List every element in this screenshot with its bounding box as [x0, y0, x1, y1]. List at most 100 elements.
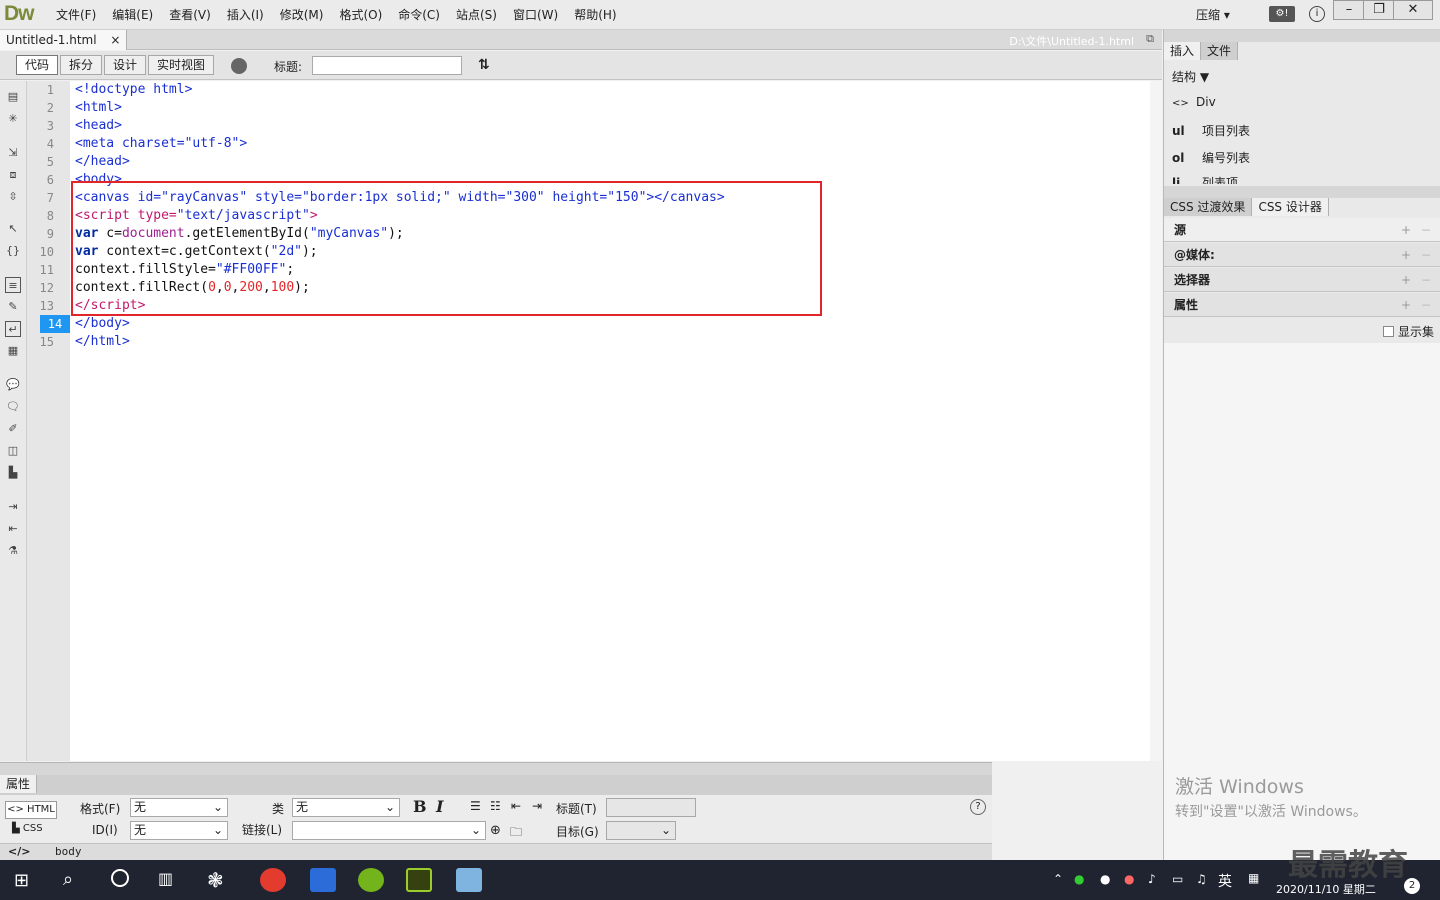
insert-item-div[interactable]: <> Div: [1172, 95, 1216, 109]
media-section[interactable]: @媒体: + −: [1164, 243, 1440, 267]
recent-snippets-icon[interactable]: ◫: [5, 443, 21, 459]
insert-item-ul[interactable]: ul 项目列表: [1172, 122, 1250, 139]
syntax-icon[interactable]: ✳: [5, 111, 21, 127]
network-icon[interactable]: ▭: [1172, 872, 1183, 886]
menu-format[interactable]: 格式(O): [331, 7, 390, 23]
collapse-selection-icon[interactable]: ⧈: [5, 167, 21, 183]
properties-tab[interactable]: 属性: [0, 775, 38, 793]
body-tag-selector[interactable]: body: [55, 845, 82, 858]
ime-language[interactable]: 英: [1218, 871, 1232, 891]
notification-badge[interactable]: 2: [1404, 878, 1420, 894]
properties-section[interactable]: 属性 + −: [1164, 293, 1440, 317]
menu-file[interactable]: 文件(F): [48, 7, 104, 23]
bold-button[interactable]: B: [413, 797, 427, 816]
view-code-button[interactable]: 代码: [16, 55, 59, 75]
add-icon[interactable]: +: [1401, 243, 1411, 267]
search-icon[interactable]: ⌕: [63, 869, 73, 890]
task-view-icon[interactable]: ▥: [158, 869, 173, 888]
menu-commands[interactable]: 命令(C): [390, 7, 448, 23]
unordered-list-icon[interactable]: ☰: [470, 799, 481, 813]
sync-icon[interactable]: ⚙!: [1269, 6, 1295, 22]
file-transfer-icon[interactable]: ⇅: [478, 57, 490, 73]
remove-icon[interactable]: −: [1421, 293, 1431, 317]
format-source-icon[interactable]: ⚗: [5, 543, 21, 559]
panel-collapse-bar[interactable]: [1164, 30, 1440, 42]
wechat-icon[interactable]: ●: [1074, 872, 1084, 886]
restore-button[interactable]: ❐: [1363, 0, 1395, 20]
link-input[interactable]: ⌄: [292, 821, 486, 840]
move-css-icon[interactable]: ▙: [5, 465, 21, 481]
remove-comment-icon[interactable]: 🗨: [5, 399, 21, 415]
pinned-app-icon[interactable]: ❃: [207, 868, 224, 892]
chrome-icon[interactable]: [260, 868, 286, 892]
css-mode-button[interactable]: ▙ CSS: [12, 823, 43, 834]
insert-item-ol[interactable]: ol 编号列表: [1172, 149, 1250, 166]
menu-insert[interactable]: 插入(I): [219, 7, 272, 23]
help-icon[interactable]: i: [1309, 6, 1325, 22]
notes-app-icon[interactable]: [456, 868, 482, 892]
view-live-button[interactable]: 实时视图: [148, 55, 215, 75]
remove-icon[interactable]: −: [1421, 268, 1431, 292]
workspace-compress-menu[interactable]: 压缩 ▾: [1196, 6, 1230, 23]
menu-modify[interactable]: 修改(M): [272, 7, 332, 23]
select-parent-tag-icon[interactable]: ↖: [5, 221, 21, 237]
target-select[interactable]: ⌄: [606, 821, 676, 840]
tab-files[interactable]: 文件: [1201, 42, 1239, 60]
menu-help[interactable]: 帮助(H): [566, 7, 624, 23]
id-select[interactable]: 无 ⌄: [130, 821, 228, 840]
word-wrap-icon[interactable]: ↵: [5, 321, 21, 337]
indent-icon[interactable]: ⇥: [5, 499, 21, 515]
point-to-file-icon[interactable]: ⊕: [490, 823, 501, 838]
ime-grid-icon[interactable]: ▦: [1248, 871, 1259, 885]
tab-insert[interactable]: 插入: [1164, 42, 1202, 60]
open-documents-icon[interactable]: ▤: [5, 89, 21, 105]
add-icon[interactable]: +: [1401, 293, 1411, 317]
dreamweaver-taskbar-icon[interactable]: [406, 868, 432, 892]
tray-chevron-icon[interactable]: ⌃: [1053, 872, 1063, 886]
menu-window[interactable]: 窗口(W): [505, 7, 566, 23]
browse-folder-icon[interactable]: 🗀: [510, 823, 522, 844]
view-design-button[interactable]: 设计: [104, 55, 147, 75]
panel-collapse-bar[interactable]: [0, 763, 992, 775]
expand-all-icon[interactable]: ⇳: [5, 189, 21, 205]
panel-collapse-bar[interactable]: [1164, 186, 1440, 198]
syntax-coloring-icon[interactable]: ▦: [5, 343, 21, 359]
selectors-section[interactable]: 选择器 + −: [1164, 268, 1440, 292]
heading-input[interactable]: [606, 798, 696, 817]
restore-doc-icon[interactable]: ⧉: [1146, 32, 1154, 46]
sources-section[interactable]: 源 + −: [1164, 218, 1440, 242]
add-icon[interactable]: +: [1401, 268, 1411, 292]
editor-scrollbar[interactable]: [1150, 81, 1162, 761]
balance-braces-icon[interactable]: {}: [5, 243, 21, 259]
volume-icon[interactable]: ♫: [1196, 872, 1207, 886]
format-select[interactable]: 无 ⌄: [130, 798, 228, 817]
html-mode-button[interactable]: <> HTML: [5, 801, 57, 819]
document-tab[interactable]: Untitled-1.html ×: [0, 30, 128, 50]
globe-icon[interactable]: [231, 58, 247, 74]
close-tab-icon[interactable]: ×: [110, 33, 120, 47]
add-icon[interactable]: +: [1401, 218, 1411, 242]
ordered-list-icon[interactable]: ☷: [490, 799, 501, 813]
menu-view[interactable]: 查看(V): [161, 7, 219, 23]
class-select[interactable]: 无 ⌄: [292, 798, 400, 817]
qq-icon-2[interactable]: ●: [1124, 872, 1134, 886]
structure-dropdown[interactable]: 结构 ▼: [1172, 68, 1209, 85]
help-icon[interactable]: ?: [970, 799, 986, 815]
windows-start-icon[interactable]: ⊞: [14, 870, 29, 891]
remove-icon[interactable]: −: [1421, 218, 1431, 242]
qq-icon[interactable]: ●: [1100, 872, 1110, 886]
indent-icon[interactable]: ⇥: [532, 799, 542, 813]
cortana-icon[interactable]: [111, 869, 129, 887]
wrap-tag-icon[interactable]: ✐: [5, 421, 21, 437]
outdent-icon[interactable]: ⇤: [5, 521, 21, 537]
highlight-invalid-icon[interactable]: ✎: [5, 299, 21, 315]
menu-edit[interactable]: 编辑(E): [104, 7, 161, 23]
line-numbers-icon[interactable]: ≡: [5, 277, 21, 293]
minimize-button[interactable]: –: [1333, 0, 1365, 20]
melon-app-icon[interactable]: [358, 868, 384, 892]
title-input[interactable]: [312, 56, 462, 75]
insert-item-li[interactable]: li 列表项: [1172, 174, 1238, 184]
italic-button[interactable]: I: [436, 797, 443, 816]
remove-icon[interactable]: −: [1421, 243, 1431, 267]
apply-comment-icon[interactable]: 💬: [5, 377, 21, 393]
